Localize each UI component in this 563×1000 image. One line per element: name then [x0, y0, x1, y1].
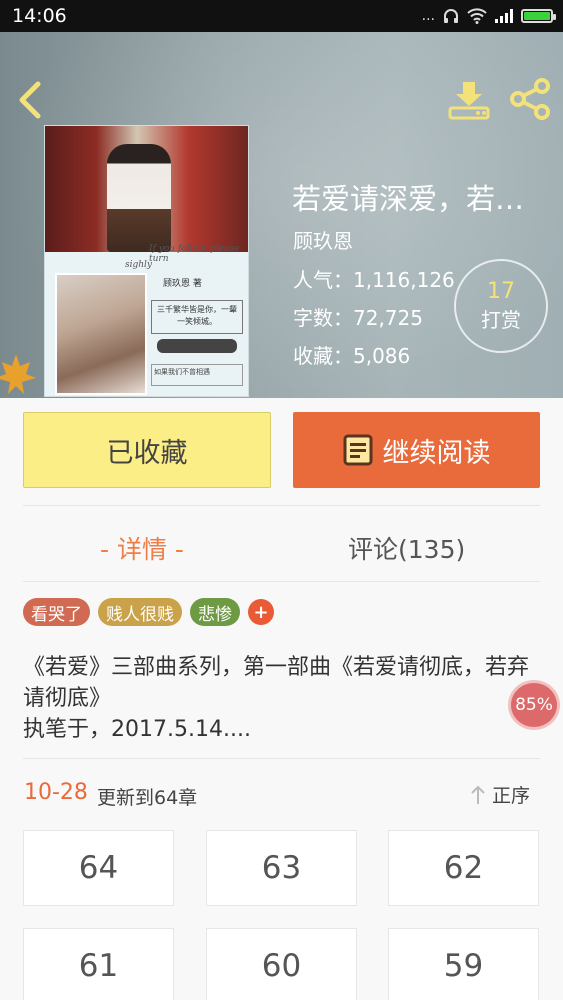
book-description[interactable]: 《若爱》三部曲系列，第一部曲《若爱请彻底，若弃请彻底》 执笔于，2017.5.1… — [23, 652, 533, 745]
tag-item[interactable]: 贱人很贱 — [98, 598, 182, 626]
continue-reading-button[interactable]: 继续阅读 — [293, 412, 540, 488]
tip-button[interactable]: 17 打赏 — [454, 259, 548, 353]
divider — [23, 505, 540, 506]
chapter-button[interactable]: 63 — [206, 830, 357, 906]
cover-bottom-box: 如果我们不曾相遇 — [151, 364, 243, 386]
headphones-icon — [444, 9, 458, 23]
stat-popularity: 人气：1,116,126 — [293, 268, 455, 292]
divider — [23, 758, 540, 759]
sort-order-label: 正序 — [492, 785, 531, 807]
divider — [23, 581, 540, 582]
sort-order-button[interactable]: 正序 — [470, 781, 530, 808]
cover-box-text: 三千繁华皆是你，一颦一笑倾城。 — [151, 300, 243, 334]
tag-list: 看哭了 贱人很贱 悲惨 + — [23, 598, 274, 626]
tab-detail[interactable]: - 详情 - — [100, 520, 184, 576]
stat-favorites: 收藏：5,086 — [293, 344, 411, 368]
cover-script-text-2: sighly — [125, 260, 153, 270]
book-header: If you follow, please turn sighly 顾玖恩 著 … — [0, 32, 563, 398]
chapter-button[interactable]: 60 — [206, 928, 357, 1000]
description-line-1: 《若爱》三部曲系列，第一部曲《若爱请彻底，若弃请彻底》 — [23, 655, 530, 711]
progress-badge[interactable]: 85% — [508, 680, 560, 730]
share-icon[interactable] — [508, 76, 554, 122]
download-icon[interactable] — [446, 78, 492, 122]
chapter-button[interactable]: 64 — [23, 830, 174, 906]
status-bar: 14:06 ... — [0, 0, 563, 32]
cover-script-text: If you follow, please turn — [149, 244, 240, 264]
battery-icon — [521, 9, 556, 23]
update-date: 10-28 — [24, 780, 88, 805]
book-title: 若爱请深爱，若弃请彻底 — [292, 182, 552, 216]
chapter-button[interactable]: 59 — [388, 928, 539, 1000]
stat-word-count: 字数：72,725 — [293, 306, 423, 330]
description-line-2: 执笔于，2017.5.14.... — [23, 717, 251, 742]
book-icon — [343, 434, 372, 466]
status-icons: ... — [421, 8, 556, 24]
tip-label: 打赏 — [481, 308, 521, 332]
continue-reading-label: 继续阅读 — [382, 437, 491, 469]
signal-icon — [495, 9, 513, 23]
battery-fill — [524, 12, 550, 20]
cover-author-text: 顾玖恩 著 — [163, 279, 202, 289]
chapter-button[interactable]: 62 — [388, 830, 539, 906]
collected-button[interactable]: 已收藏 — [23, 412, 271, 488]
update-text: 更新到64章 — [97, 787, 198, 809]
tag-item[interactable]: 看哭了 — [23, 598, 90, 626]
arrow-up-icon — [471, 785, 485, 804]
add-tag-button[interactable]: + — [248, 599, 274, 625]
tag-item[interactable]: 悲惨 — [190, 598, 240, 626]
book-author[interactable]: 顾玖恩 — [293, 225, 353, 254]
cover-photo-bottom — [55, 273, 147, 395]
status-time: 14:06 — [12, 5, 67, 27]
cover-dark-strip — [157, 339, 237, 353]
tab-comments[interactable]: 评论(135) — [348, 520, 465, 576]
wifi-icon — [467, 8, 487, 24]
cover-figure — [107, 144, 171, 252]
maple-leaf-icon — [0, 354, 36, 394]
book-cover[interactable]: If you follow, please turn sighly 顾玖恩 著 … — [44, 125, 249, 397]
back-arrow-icon[interactable] — [12, 78, 48, 122]
cover-bottom-text: 如果我们不曾相遇 — [154, 368, 210, 376]
tip-count: 17 — [487, 279, 515, 304]
more-dots-icon: ... — [421, 8, 435, 24]
chapter-button[interactable]: 61 — [23, 928, 174, 1000]
